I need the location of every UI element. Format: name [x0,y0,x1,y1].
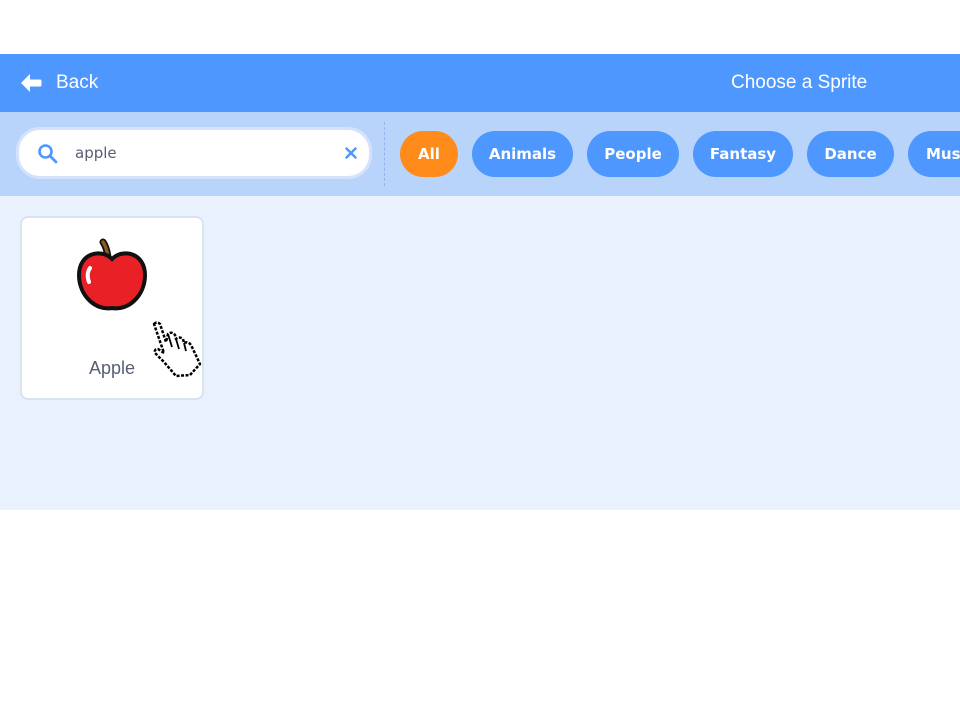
arrow-left-icon [20,73,42,93]
search-input[interactable] [75,138,325,168]
search-icon [37,143,59,169]
tag-all[interactable]: All [400,131,458,177]
search-box [16,127,372,179]
tag-music[interactable]: Mus [908,131,960,177]
library-header: Back Choose a Sprite [0,54,960,112]
sprite-grid: Apple [0,196,960,510]
tag-dance[interactable]: Dance [807,131,894,177]
page-title: Choose a Sprite [731,72,868,93]
category-tags: All Animals People Fantasy Dance Mus [400,131,960,177]
filter-bar: All Animals People Fantasy Dance Mus [0,112,960,196]
divider [384,122,385,186]
hand-pointer-cursor-icon [148,320,206,382]
back-label: Back [56,72,99,93]
close-icon [345,147,357,159]
tag-fantasy[interactable]: Fantasy [693,131,793,177]
tag-people[interactable]: People [587,131,679,177]
back-button[interactable]: Back [20,54,98,112]
tag-animals[interactable]: Animals [472,131,573,177]
clear-search-button[interactable] [341,143,361,163]
apple-icon [74,236,154,320]
